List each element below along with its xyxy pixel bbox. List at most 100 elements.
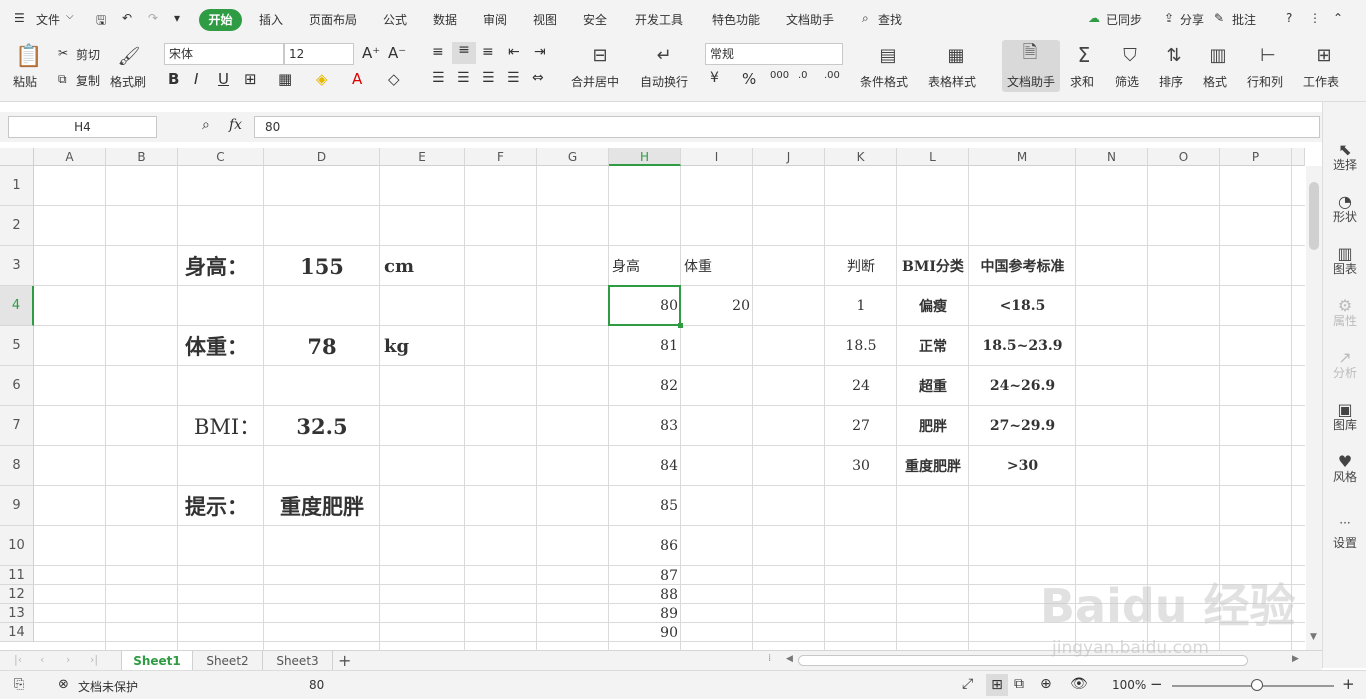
select-all-corner[interactable] — [0, 148, 34, 166]
side-settings[interactable]: 设置 — [1323, 534, 1366, 551]
cell-h6[interactable]: 82 — [609, 366, 678, 406]
column-header[interactable]: O — [1148, 148, 1220, 166]
sort-button[interactable]: 排序 — [1159, 73, 1183, 90]
column-header[interactable]: I — [681, 148, 753, 166]
cell-c3[interactable]: 身高： — [185, 246, 248, 286]
row-header[interactable]: 1 — [0, 166, 34, 206]
column-header[interactable]: P — [1220, 148, 1292, 166]
cell-h3[interactable]: 身高 — [612, 246, 640, 286]
format-icon[interactable]: ▥ — [1206, 42, 1230, 68]
justify-icon[interactable]: ☰ — [507, 70, 520, 86]
conditional-format-button[interactable]: 条件格式 — [860, 73, 908, 90]
scroll-left-icon[interactable]: ◀ — [786, 654, 793, 664]
cell-h9[interactable]: 85 — [609, 486, 678, 526]
wrap-text-button[interactable]: 自动换行 — [640, 73, 688, 90]
cell-m5[interactable]: 18.5~23.9 — [969, 326, 1076, 366]
vertical-scrollbar[interactable]: ▼ — [1306, 166, 1322, 650]
filter-button[interactable]: 筛选 — [1115, 73, 1139, 90]
cell-i3[interactable]: 体重 — [684, 246, 712, 286]
cell-m4[interactable]: <18.5 — [969, 286, 1076, 326]
side-style[interactable]: 风格 — [1323, 468, 1366, 485]
underline-icon[interactable]: U — [218, 70, 229, 88]
tab-review[interactable]: 审阅 — [483, 11, 507, 28]
page-break-view-icon[interactable]: ⧉ — [1014, 676, 1024, 692]
row-header[interactable]: 9 — [0, 486, 34, 526]
indent-increase-icon[interactable]: ⇥ — [534, 44, 546, 60]
cell-m8[interactable]: >30 — [969, 446, 1076, 486]
column-header[interactable]: N — [1076, 148, 1148, 166]
macro-icon[interactable]: ⎘ — [14, 677, 24, 692]
doc-helper-button[interactable]: 文档助手 — [1007, 73, 1055, 90]
search-icon[interactable]: ⌕ — [862, 11, 869, 26]
font-size-select[interactable]: 12 — [284, 43, 354, 65]
tab-formula[interactable]: 公式 — [383, 11, 407, 28]
copy-button[interactable]: 复制 — [76, 72, 100, 89]
read-mode-icon[interactable]: ⊕ — [1040, 676, 1052, 692]
row-header[interactable]: 11 — [0, 566, 34, 585]
synced-label[interactable]: 已同步 — [1106, 11, 1142, 28]
cell-h5[interactable]: 81 — [609, 326, 678, 366]
row-header[interactable]: 6 — [0, 366, 34, 406]
column-header[interactable]: C — [178, 148, 264, 166]
cut-button[interactable]: 剪切 — [76, 46, 100, 63]
row-header[interactable]: 2 — [0, 206, 34, 246]
collapse-icon[interactable]: ⌃ — [1333, 11, 1343, 25]
paste-icon[interactable]: 📋 — [14, 42, 44, 70]
next-sheet-icon[interactable]: › — [66, 653, 70, 666]
font-grow-icon[interactable]: A⁺ — [362, 44, 380, 62]
cell-d7[interactable]: 32.5 — [264, 406, 380, 446]
cell-h8[interactable]: 84 — [609, 446, 678, 486]
row-header[interactable]: 14 — [0, 623, 34, 642]
italic-icon[interactable]: I — [194, 70, 198, 88]
last-sheet-icon[interactable]: ›| — [90, 653, 98, 666]
cell-m3[interactable]: 中国参考标准 — [969, 246, 1076, 286]
side-chart[interactable]: 图表 — [1323, 260, 1366, 277]
indent-decrease-icon[interactable]: ⇤ — [508, 44, 520, 60]
tab-security[interactable]: 安全 — [583, 11, 607, 28]
align-left-icon[interactable]: ☰ — [432, 70, 445, 86]
percent-icon[interactable]: % — [742, 70, 756, 88]
copy-icon[interactable]: ⧉ — [58, 72, 67, 87]
row-col-button[interactable]: 行和列 — [1247, 73, 1283, 90]
side-shape[interactable]: 形状 — [1323, 208, 1366, 225]
fullscreen-icon[interactable]: ⤢ — [962, 676, 973, 692]
help-icon[interactable]: ? — [1286, 11, 1292, 25]
column-header-selected[interactable]: H — [609, 148, 681, 166]
tab-developer[interactable]: 开发工具 — [635, 11, 683, 28]
cut-icon[interactable]: ✂ — [58, 46, 68, 60]
sheet-tab[interactable]: Sheet2 — [193, 651, 263, 671]
side-select[interactable]: 选择 — [1323, 156, 1366, 173]
font-color-icon[interactable]: A — [352, 70, 362, 88]
filter-icon[interactable]: ⛉ — [1118, 42, 1142, 68]
column-header[interactable]: L — [897, 148, 969, 166]
column-header[interactable]: D — [264, 148, 380, 166]
more-dots-icon[interactable]: ··· — [1323, 516, 1366, 530]
cell-h12[interactable]: 88 — [609, 585, 678, 604]
cell-k3[interactable]: 判断 — [825, 246, 897, 286]
paste-button[interactable]: 粘贴 — [13, 73, 37, 90]
column-header[interactable]: J — [753, 148, 825, 166]
row-header[interactable]: 12 — [0, 585, 34, 604]
comment-button[interactable]: 批注 — [1232, 11, 1256, 28]
row-header[interactable]: 7 — [0, 406, 34, 446]
cell-h14[interactable]: 90 — [609, 623, 678, 642]
row-header[interactable]: 8 — [0, 446, 34, 486]
tab-doc-helper[interactable]: 文档助手 — [786, 11, 834, 28]
cell-d3[interactable]: 155 — [264, 246, 380, 286]
cell-c7[interactable]: BMI： — [194, 406, 260, 446]
merge-center-icon[interactable]: ⊟ — [586, 42, 614, 68]
row-header[interactable]: 13 — [0, 604, 34, 623]
sort-icon[interactable]: ⇅ — [1162, 42, 1186, 68]
protect-status[interactable]: 文档未保护 — [78, 678, 138, 695]
align-middle-icon[interactable]: ≡ — [452, 42, 476, 64]
column-header[interactable]: F — [465, 148, 537, 166]
undo-icon[interactable]: ↶ — [122, 11, 132, 25]
cell-c5[interactable]: 体重： — [185, 326, 248, 366]
fill-color-icon[interactable]: ◈ — [316, 70, 328, 88]
share-button[interactable]: 分享 — [1180, 11, 1204, 28]
cell-k4[interactable]: 1 — [825, 286, 897, 326]
tab-page-layout[interactable]: 页面布局 — [309, 11, 357, 28]
cell-k8[interactable]: 30 — [825, 446, 897, 486]
format-painter-icon[interactable]: 🖌 — [116, 42, 142, 70]
cell-l8[interactable]: 重度肥胖 — [897, 446, 969, 486]
